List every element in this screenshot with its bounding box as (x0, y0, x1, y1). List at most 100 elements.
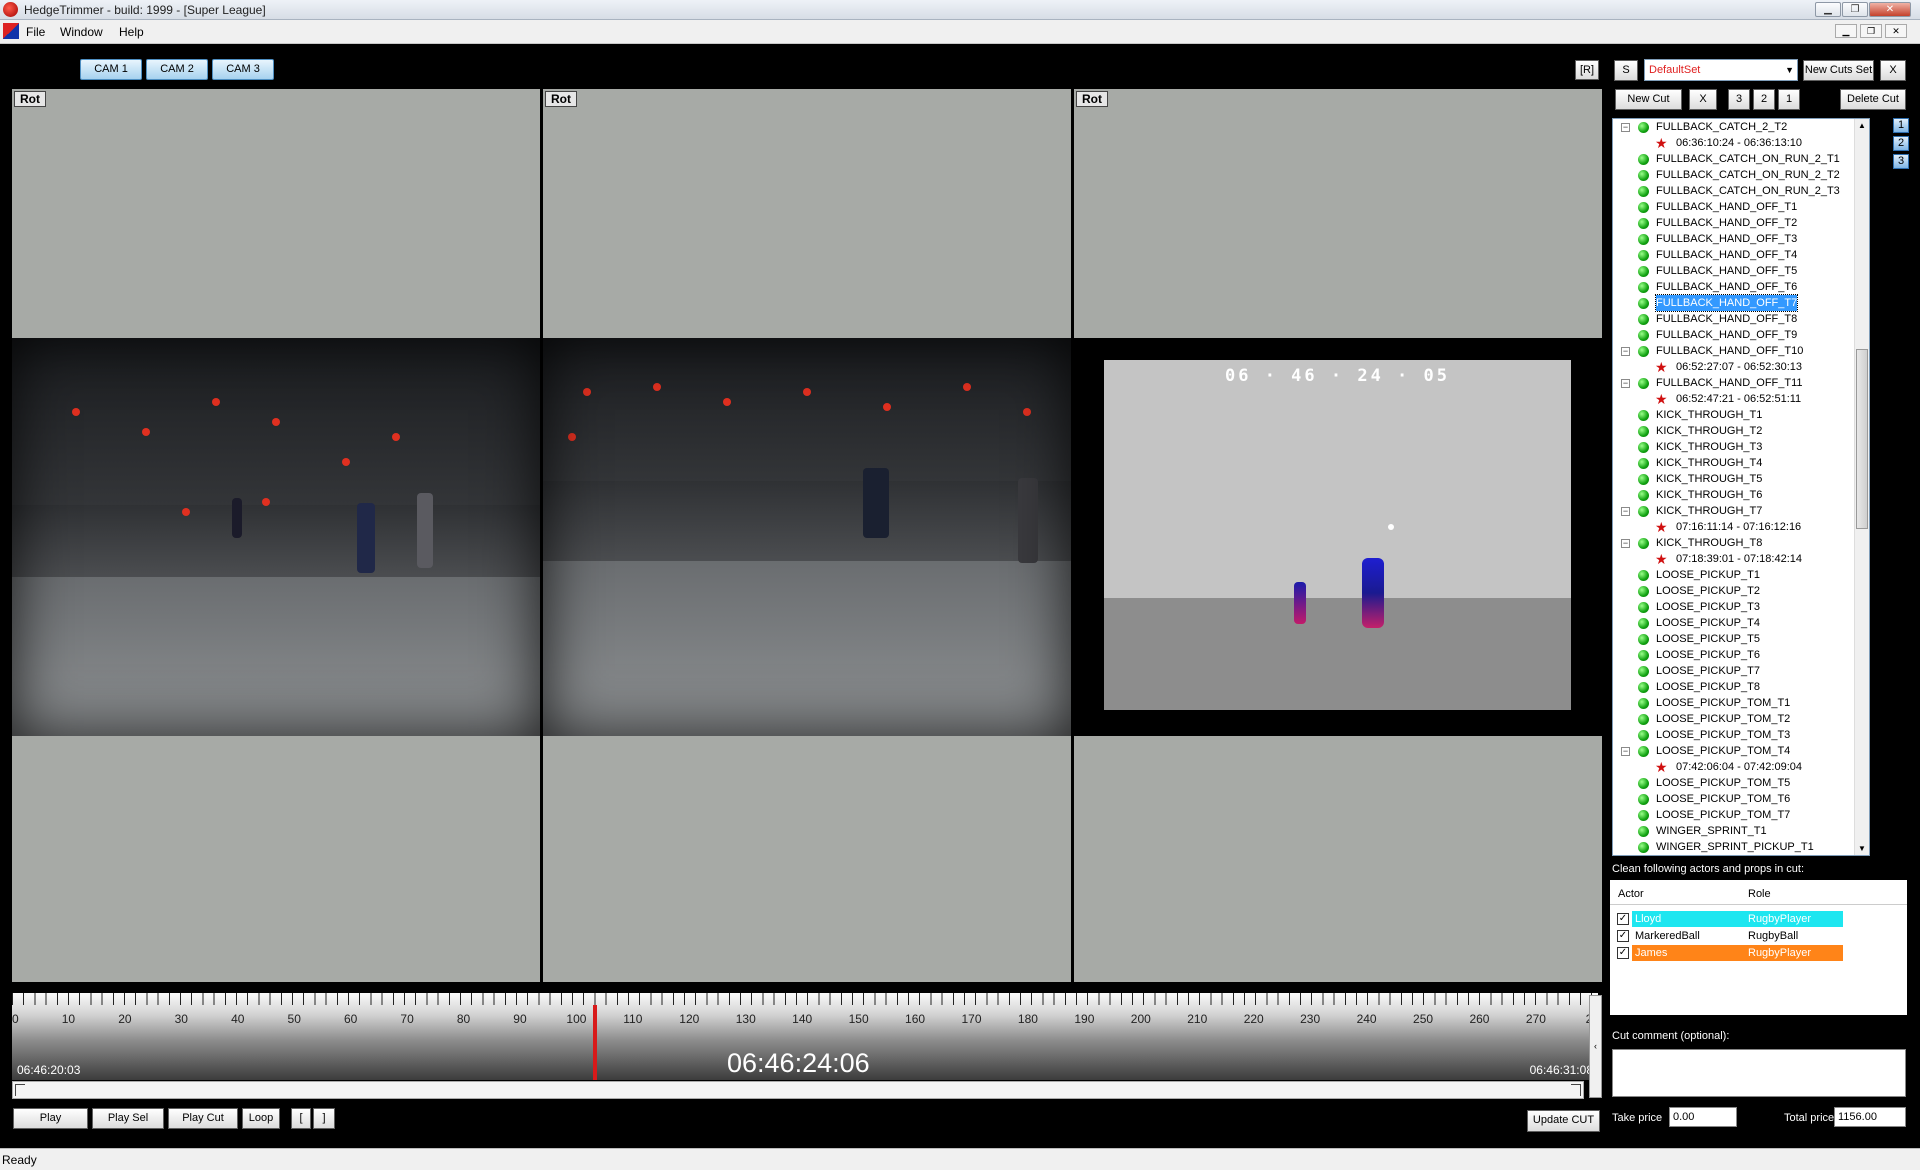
tree-scrollbar[interactable]: ▲ ▼ (1854, 119, 1869, 855)
scroll-up-icon[interactable]: ▲ (1858, 121, 1866, 130)
mdi-minimize-button[interactable]: ▁ (1835, 24, 1857, 38)
take-item[interactable]: WINGER_SPRINT_PICKUP_T1 (1613, 839, 1856, 855)
delete-cut-button[interactable]: Delete Cut (1840, 89, 1906, 110)
update-cut-button[interactable]: Update CUT (1527, 1110, 1600, 1132)
viewport-cam-1[interactable]: Rot (12, 89, 540, 982)
take-item[interactable]: FULLBACK_CATCH_ON_RUN_2_T2 (1613, 167, 1856, 183)
take-item[interactable]: LOOSE_PICKUP_TOM_T2 (1613, 711, 1856, 727)
collapse-icon[interactable]: − (1621, 347, 1630, 356)
actor-checkbox[interactable]: ✓ (1617, 913, 1629, 925)
close-button[interactable]: ✕ (1869, 2, 1911, 17)
timeline[interactable]: 0 10 20 30 40 50 60 70 80 90 100 110 120 130 140 150 160… (12, 993, 1599, 1080)
minimize-button[interactable]: ▁ (1815, 2, 1841, 17)
menu-help[interactable]: Help (119, 25, 144, 39)
take-item[interactable]: KICK_THROUGH_T4 (1613, 455, 1856, 471)
collapse-icon[interactable]: − (1621, 539, 1630, 548)
take-item[interactable]: FULLBACK_HAND_OFF_T8 (1613, 311, 1856, 327)
collapse-icon[interactable]: − (1621, 123, 1630, 132)
collapse-icon[interactable]: − (1621, 747, 1630, 756)
take-item[interactable]: LOOSE_PICKUP_TOM_T1 (1613, 695, 1856, 711)
menu-file[interactable]: File (26, 25, 45, 39)
take-item[interactable]: KICK_THROUGH_T1 (1613, 407, 1856, 423)
actor-list[interactable]: Actor Role ✓ Lloyd RugbyPlayer ✓ MarkeredBal… (1610, 880, 1907, 1015)
viewport-cam-2[interactable]: Rot (543, 89, 1071, 982)
restore-button[interactable]: ❐ (1842, 2, 1868, 17)
view-2-button[interactable]: 2 (1753, 89, 1775, 110)
cut-item[interactable]: ★ 07:16:11:14 - 07:16:12:16 (1613, 519, 1856, 535)
take-item[interactable]: LOOSE_PICKUP_T6 (1613, 647, 1856, 663)
play-selection-button[interactable]: Play Sel (92, 1108, 164, 1129)
view-3-button[interactable]: 3 (1728, 89, 1750, 110)
take-item[interactable]: FULLBACK_HAND_OFF_T6 (1613, 279, 1856, 295)
view-1-button[interactable]: 1 (1778, 89, 1800, 110)
take-item[interactable]: LOOSE_PICKUP_T4 (1613, 615, 1856, 631)
take-item[interactable]: FULLBACK_CATCH_ON_RUN_2_T1 (1613, 151, 1856, 167)
range-start-handle[interactable] (15, 1084, 25, 1096)
new-cuts-set-button[interactable]: New Cuts Set (1803, 60, 1874, 81)
take-item[interactable]: LOOSE_PICKUP_TOM_T7 (1613, 807, 1856, 823)
mdi-close-button[interactable]: ✕ (1885, 24, 1907, 38)
document-icon[interactable] (3, 23, 19, 39)
timeline-zoom-handle[interactable]: ‹ (1589, 995, 1602, 1098)
take-item[interactable]: LOOSE_PICKUP_T5 (1613, 631, 1856, 647)
take-item[interactable]: FULLBACK_HAND_OFF_T3 (1613, 231, 1856, 247)
mdi-restore-button[interactable]: ❐ (1860, 24, 1882, 38)
side-button-3[interactable]: 3 (1893, 154, 1909, 169)
take-item[interactable]: − KICK_THROUGH_T8 (1613, 535, 1856, 551)
cut-item[interactable]: ★ 07:18:39:01 - 07:18:42:14 (1613, 551, 1856, 567)
collapse-icon[interactable]: − (1621, 379, 1630, 388)
take-item[interactable]: LOOSE_PICKUP_TOM_T6 (1613, 791, 1856, 807)
take-item[interactable]: LOOSE_PICKUP_TOM_T3 (1613, 727, 1856, 743)
rot-toggle[interactable]: Rot (1076, 91, 1108, 107)
take-item[interactable]: − FULLBACK_HAND_OFF_T10 (1613, 343, 1856, 359)
new-cut-button[interactable]: New Cut (1615, 89, 1682, 110)
mark-out-button[interactable]: ] (313, 1108, 335, 1129)
cutset-dropdown[interactable]: DefaultSet ▼ (1644, 59, 1798, 81)
play-cut-button[interactable]: Play Cut (168, 1108, 238, 1129)
take-item[interactable]: − LOOSE_PICKUP_TOM_T4 (1613, 743, 1856, 759)
take-item[interactable]: LOOSE_PICKUP_TOM_T5 (1613, 775, 1856, 791)
menu-window[interactable]: Window (60, 25, 103, 39)
take-item[interactable]: FULLBACK_HAND_OFF_T4 (1613, 247, 1856, 263)
cut-item[interactable]: ★ 06:36:10:24 - 06:36:13:10 (1613, 135, 1856, 151)
cam-1-button[interactable]: CAM 1 (80, 59, 142, 80)
take-price-input[interactable]: 0.00 (1669, 1107, 1737, 1127)
take-item[interactable]: FULLBACK_HAND_OFF_T7 (1613, 294, 1856, 312)
playhead[interactable] (593, 1005, 598, 1080)
play-button[interactable]: Play (13, 1108, 88, 1129)
take-item[interactable]: − FULLBACK_HAND_OFF_T11 (1613, 375, 1856, 391)
range-end-handle[interactable] (1571, 1084, 1581, 1096)
cam-2-button[interactable]: CAM 2 (146, 59, 208, 80)
take-item[interactable]: LOOSE_PICKUP_T8 (1613, 679, 1856, 695)
take-item[interactable]: KICK_THROUGH_T6 (1613, 487, 1856, 503)
collapse-icon[interactable]: − (1621, 507, 1630, 516)
actor-row[interactable]: ✓ MarkeredBall RugbyBall (1610, 928, 1843, 944)
rot-toggle[interactable]: Rot (545, 91, 577, 107)
mark-in-button[interactable]: [ (291, 1108, 311, 1129)
actor-checkbox[interactable]: ✓ (1617, 930, 1629, 942)
s-button[interactable]: S (1614, 60, 1638, 81)
rot-toggle[interactable]: Rot (14, 91, 46, 107)
cut-item[interactable]: ★ 06:52:47:21 - 06:52:51:11 (1613, 391, 1856, 407)
actor-row[interactable]: ✓ Lloyd RugbyPlayer (1610, 911, 1843, 927)
take-item[interactable]: FULLBACK_HAND_OFF_T5 (1613, 263, 1856, 279)
remove-cut-button[interactable]: X (1689, 89, 1717, 110)
take-item[interactable]: KICK_THROUGH_T3 (1613, 439, 1856, 455)
take-item[interactable]: FULLBACK_HAND_OFF_T1 (1613, 199, 1856, 215)
timeline-scrollbar[interactable] (12, 1081, 1584, 1099)
side-button-1[interactable]: 1 (1893, 118, 1909, 133)
cam-3-button[interactable]: CAM 3 (212, 59, 274, 80)
take-item[interactable]: KICK_THROUGH_T2 (1613, 423, 1856, 439)
side-button-2[interactable]: 2 (1893, 136, 1909, 151)
take-item[interactable]: FULLBACK_HAND_OFF_T2 (1613, 215, 1856, 231)
r-button[interactable]: [R] (1575, 60, 1599, 80)
take-item[interactable]: − KICK_THROUGH_T7 (1613, 503, 1856, 519)
take-item[interactable]: LOOSE_PICKUP_T3 (1613, 599, 1856, 615)
take-item[interactable]: FULLBACK_HAND_OFF_T9 (1613, 327, 1856, 343)
viewport-cam-3[interactable]: Rot 06 · 46 · 24 · 05 (1074, 89, 1602, 982)
actor-row[interactable]: ✓ James RugbyPlayer (1610, 945, 1843, 961)
loop-button[interactable]: Loop (242, 1108, 280, 1129)
comment-input[interactable] (1612, 1049, 1906, 1097)
take-item[interactable]: WINGER_SPRINT_T1 (1613, 823, 1856, 839)
take-item[interactable]: LOOSE_PICKUP_T2 (1613, 583, 1856, 599)
